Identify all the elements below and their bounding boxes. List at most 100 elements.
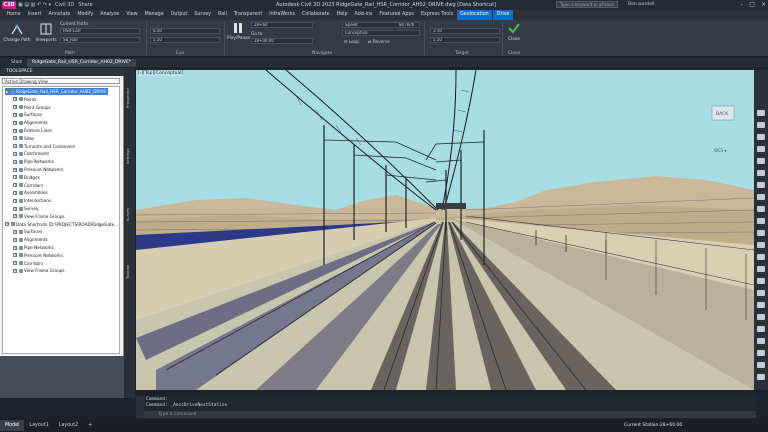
expand-icon[interactable]: + bbox=[13, 112, 17, 117]
viewports-button[interactable]: Viewports bbox=[34, 22, 58, 43]
tab-drive[interactable]: Drive bbox=[493, 10, 514, 20]
target-distance-field[interactable]: 3.50 bbox=[430, 28, 500, 34]
tab-annotate[interactable]: Annotate bbox=[45, 10, 74, 20]
tab-insert[interactable]: Insert bbox=[24, 10, 45, 20]
expand-icon[interactable]: + bbox=[13, 198, 17, 203]
speed-field[interactable]: Speed 80 mi/h bbox=[342, 22, 420, 28]
share-button[interactable]: Share bbox=[78, 2, 92, 8]
tree-node[interactable]: + Pipe Networks bbox=[13, 158, 54, 165]
tree-node[interactable]: + Surfaces bbox=[13, 111, 42, 118]
tree-node[interactable]: + Surfaces bbox=[13, 228, 42, 235]
app-badge[interactable]: C3D bbox=[2, 1, 16, 9]
close-drive-button[interactable]: Close bbox=[505, 21, 523, 42]
tree-node[interactable]: + Alignments bbox=[13, 236, 48, 243]
minimize-icon[interactable]: – bbox=[740, 1, 743, 8]
tab-geolocation[interactable]: Geolocation bbox=[456, 10, 493, 20]
expand-icon[interactable]: + bbox=[5, 89, 9, 94]
tab-manage[interactable]: Manage bbox=[141, 10, 167, 20]
expand-icon[interactable]: + bbox=[13, 144, 17, 149]
layout-tab-layout2[interactable]: Layout2 bbox=[54, 420, 83, 431]
workspace-selector[interactable]: Civil 3D bbox=[55, 2, 74, 8]
expand-icon[interactable]: + bbox=[13, 175, 17, 180]
play-pause-button[interactable]: Play/Pause bbox=[227, 22, 250, 41]
command-line-handle[interactable] bbox=[136, 396, 144, 418]
change-path-button[interactable]: Change Path bbox=[3, 22, 31, 43]
tab-infraworks[interactable]: InfraWorks bbox=[266, 10, 299, 20]
tree-node[interactable]: + Sites bbox=[13, 135, 34, 142]
tree-root-node[interactable]: + RidgeGate_Rail_HSR_Corridor_AH02_DRIVE bbox=[5, 88, 109, 95]
layout-tab-layout1[interactable]: Layout1 bbox=[24, 420, 53, 431]
tab-transparent[interactable]: Transparent bbox=[230, 10, 265, 20]
expand-icon[interactable]: + bbox=[13, 261, 17, 266]
target-offset-field[interactable]: 5.50 bbox=[430, 37, 500, 43]
add-layout-icon[interactable]: + bbox=[83, 420, 97, 431]
layout-tab-model[interactable]: Model bbox=[0, 420, 25, 431]
tab-drawing[interactable]: RidgeGate_Rail_HSR_Corridor_AH02_DRIVE* bbox=[27, 59, 137, 67]
expand-icon[interactable]: + bbox=[13, 136, 17, 141]
toolspace-tab-prospector[interactable]: Prospector bbox=[125, 78, 134, 118]
tree-node[interactable]: + View Frame Groups bbox=[13, 213, 65, 220]
tree-node[interactable]: + Pressure Networks bbox=[13, 166, 63, 173]
tab-add-ins[interactable]: Add-ins bbox=[351, 10, 376, 20]
expand-icon[interactable]: + bbox=[13, 268, 17, 273]
command-input[interactable]: Type a command bbox=[144, 411, 756, 418]
tree-root-node[interactable]: + Data Shortcuts [D:\PROJECTS\ROAD\RidgeG… bbox=[5, 221, 118, 228]
tab-help[interactable]: Help bbox=[333, 10, 351, 20]
station-start-field[interactable]: 28+60 bbox=[251, 22, 313, 28]
loop-toggle[interactable]: ⟳ Loop bbox=[344, 39, 359, 44]
close-icon[interactable]: × bbox=[761, 1, 766, 8]
expand-icon[interactable]: + bbox=[13, 97, 17, 102]
visual-style-select[interactable]: Conceptual bbox=[342, 30, 420, 36]
reverse-toggle[interactable]: ⇄ Reverse bbox=[368, 39, 390, 44]
go-to-station-field[interactable]: 28+00.00 bbox=[251, 38, 313, 44]
tree-node[interactable]: + Turnouts and Crossovers bbox=[13, 143, 75, 150]
tree-node[interactable]: + Corridors bbox=[13, 260, 43, 267]
eye-offset-field[interactable]: 5.50 bbox=[150, 37, 220, 43]
tree-node[interactable]: + Pressure Networks bbox=[13, 252, 63, 259]
tree-node[interactable]: + Survey bbox=[13, 205, 39, 212]
expand-icon[interactable]: + bbox=[5, 222, 9, 227]
tree-node[interactable]: + Catchments bbox=[13, 150, 49, 157]
tab-modify[interactable]: Modify bbox=[74, 10, 97, 20]
tree-node[interactable]: + Bridges bbox=[13, 174, 40, 181]
toolspace-view-select[interactable]: Active Drawing View bbox=[2, 78, 120, 84]
tab-survey[interactable]: Survey bbox=[191, 10, 215, 20]
expand-icon[interactable]: + bbox=[13, 253, 17, 258]
tab-home[interactable]: Home bbox=[3, 10, 24, 20]
path-profile-field[interactable]: SB_Rail bbox=[60, 37, 140, 43]
tab-featured-apps[interactable]: Featured Apps bbox=[376, 10, 418, 20]
tab-collaborate[interactable]: Collaborate bbox=[298, 10, 333, 20]
toolspace-tab-survey[interactable]: Survey bbox=[125, 194, 134, 234]
tree-node[interactable]: + Feature Lines bbox=[13, 127, 52, 134]
tree-node[interactable]: + Point Groups bbox=[13, 104, 51, 111]
drawing-viewport[interactable]: BACK WCS ▾ bbox=[136, 70, 754, 390]
expand-icon[interactable]: + bbox=[13, 229, 17, 234]
tab-express-tools[interactable]: Express Tools bbox=[418, 10, 457, 20]
user-account[interactable]: Ben.wardell bbox=[628, 2, 654, 7]
tree-node[interactable]: + Intersections bbox=[13, 197, 51, 204]
tree-node[interactable]: + Points bbox=[13, 96, 37, 103]
quick-access-icons[interactable]: ▣ ▤ ▥ ↶ ↷ ▾ bbox=[18, 2, 51, 8]
expand-icon[interactable]: + bbox=[13, 245, 17, 250]
tab-rail[interactable]: Rail bbox=[215, 10, 231, 20]
search-input[interactable]: Type a keyword or phrase bbox=[556, 1, 618, 8]
path-alignment-field[interactable]: HSR-Corr bbox=[60, 28, 140, 34]
expand-icon[interactable]: + bbox=[13, 214, 17, 219]
toolspace-tab-toolbox[interactable]: Toolbox bbox=[125, 252, 134, 292]
tree-node[interactable]: + Assemblies bbox=[13, 189, 48, 196]
tree-node[interactable]: + Corridors bbox=[13, 182, 43, 189]
expand-icon[interactable]: + bbox=[13, 183, 17, 188]
tab-view[interactable]: View bbox=[123, 10, 141, 20]
expand-icon[interactable]: + bbox=[13, 120, 17, 125]
expand-icon[interactable]: + bbox=[13, 159, 17, 164]
expand-icon[interactable]: + bbox=[13, 128, 17, 133]
expand-icon[interactable]: + bbox=[13, 206, 17, 211]
tree-node[interactable]: + View Frame Groups bbox=[13, 267, 65, 274]
tree-node[interactable]: + Pipe Networks bbox=[13, 244, 54, 251]
tree-node[interactable]: + Alignments bbox=[13, 119, 48, 126]
expand-icon[interactable]: + bbox=[13, 151, 17, 156]
tab-output[interactable]: Output bbox=[167, 10, 191, 20]
eye-height-field[interactable]: 6.50 bbox=[150, 28, 220, 34]
expand-icon[interactable]: + bbox=[13, 167, 17, 172]
expand-icon[interactable]: + bbox=[13, 237, 17, 242]
